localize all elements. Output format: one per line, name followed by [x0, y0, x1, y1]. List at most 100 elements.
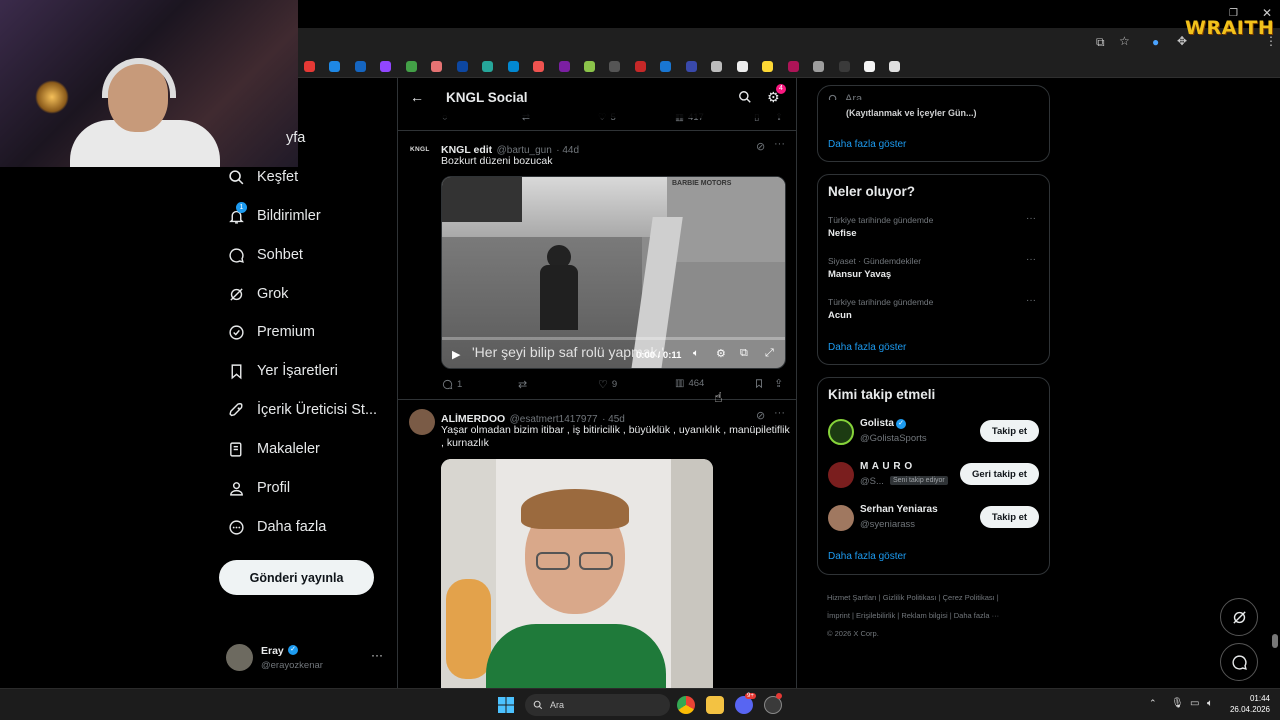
follow-button[interactable]: Takip et [980, 420, 1039, 442]
grok-analyze-icon[interactable]: ⊘ [756, 140, 765, 153]
install-app-icon[interactable]: ⧉ [1096, 35, 1105, 50]
nav-profile[interactable]: Profil [226, 476, 290, 500]
network-icon[interactable]: ▭ [1190, 698, 1199, 709]
tweet[interactable]: KNGL KNGL edit @bartu_gun · 44d ⊘ ··· Bo… [398, 132, 796, 400]
chrome-app-icon[interactable] [677, 696, 695, 714]
grok-analyze-icon[interactable]: ⊘ [756, 409, 765, 422]
bookmark-favicon-icon[interactable] [329, 61, 341, 72]
nav-chat[interactable]: Sohbet [226, 243, 303, 267]
bookmark-favicon-icon[interactable] [762, 61, 774, 72]
bookmark-favicon-icon[interactable] [533, 61, 545, 72]
trend-more-icon[interactable]: ··· [1026, 295, 1036, 306]
bookmark-favicon-icon[interactable] [380, 61, 392, 72]
nav-more[interactable]: Daha fazla [226, 515, 326, 539]
views-button[interactable]: ▥ 464 [675, 378, 704, 389]
post-button[interactable]: Gönderi yayınla [219, 560, 374, 595]
play-icon[interactable]: ▶ [452, 348, 460, 361]
like-button[interactable]: ♡ 9 [598, 378, 617, 391]
follow-suggestion[interactable]: M A U R O @S... Seni takip ediyor Geri t… [828, 461, 1043, 495]
bookmark-favicon-icon[interactable] [813, 61, 825, 72]
bookmark-favicon-icon[interactable] [634, 61, 646, 72]
windows-start-icon[interactable] [498, 697, 514, 718]
nav-bookmarks[interactable]: Yer İşaretleri [226, 359, 338, 383]
bookmark-favicon-icon[interactable] [354, 61, 366, 72]
bookmark-favicon-icon[interactable] [583, 61, 595, 72]
volume-icon[interactable]: 🔈︎ [693, 348, 699, 359]
extension-icon[interactable]: ● [1152, 35, 1159, 49]
system-clock[interactable]: 01:44 26.04.2026 [1222, 693, 1270, 715]
nav-premium[interactable]: Premium [226, 320, 315, 344]
bookmark-favicon-icon[interactable] [609, 61, 621, 72]
tweet-avatar[interactable] [409, 409, 435, 435]
nav-notifications[interactable]: 1 Bildirimler [226, 202, 321, 228]
bookmark-favicon-icon[interactable] [431, 61, 443, 72]
video-progress-track[interactable] [442, 337, 785, 340]
nav-home[interactable]: yfa [286, 126, 305, 150]
bookmark-favicon-icon[interactable] [736, 61, 748, 72]
nav-creator-studio[interactable]: İçerik Üreticisi St... [226, 398, 377, 422]
trend-item[interactable]: Türkiye tarihinde gündemde Acun ··· [828, 295, 1043, 321]
bookmark-star-icon[interactable]: ☆ [1119, 34, 1130, 48]
bookmark-favicon-icon[interactable] [838, 61, 850, 72]
show-more-link[interactable]: Daha fazla göster [828, 551, 906, 562]
grok-fab-icon[interactable] [1220, 598, 1258, 636]
video-settings-icon[interactable]: ⚙ [716, 347, 726, 360]
back-arrow-icon[interactable]: ← [410, 89, 424, 105]
tweet-more-icon[interactable]: ··· [774, 407, 785, 419]
video-player[interactable]: BARBIE MOTORS 'Her şeyi bilip saf rolü y… [441, 176, 786, 369]
fullscreen-icon[interactable]: ⤢ [765, 347, 774, 360]
nav-grok[interactable]: Grok [226, 282, 288, 306]
bookmark-favicon-icon[interactable] [685, 61, 697, 72]
nav-articles[interactable]: Makaleler [226, 437, 320, 461]
account-switcher[interactable]: Eray ✓ @erayozkenar ··· [226, 642, 386, 676]
bookmark-favicon-icon[interactable] [889, 61, 901, 72]
messages-fab-icon[interactable] [1220, 643, 1258, 681]
follow-suggestion[interactable]: Golista ✓ @GolistaSports Takip et [828, 418, 1043, 452]
footer-privacy-link[interactable]: Gizlilik Politikası [883, 593, 937, 602]
tweet-age[interactable]: · 44d [556, 145, 579, 156]
bookmark-favicon-icon[interactable] [711, 61, 723, 72]
footer-accessibility-link[interactable]: Erişilebilirlik [856, 611, 895, 620]
tweet-avatar[interactable]: KNGL [410, 146, 430, 153]
share-icon[interactable]: ⇪ [774, 377, 783, 390]
footer-imprint-link[interactable]: İmprint [827, 611, 850, 620]
footer-ads-info-link[interactable]: Reklam bilgisi [901, 611, 947, 620]
bookmark-favicon-icon[interactable] [482, 61, 494, 72]
page-scrollbar[interactable] [1272, 634, 1278, 648]
trend-item[interactable]: Türkiye tarihinde gündemde Nefise ··· [828, 213, 1043, 239]
trend-item[interactable]: Siyaset · Gündemdekiler Mansur Yavaş ··· [828, 254, 1043, 280]
account-more-icon[interactable]: ··· [371, 648, 383, 662]
footer-more-link[interactable]: Daha fazla ··· [954, 611, 999, 620]
tweet-more-icon[interactable]: ··· [774, 138, 785, 150]
nav-explore[interactable]: Keşfet [226, 165, 298, 189]
tweet-image[interactable] [441, 459, 713, 688]
bookmark-favicon-icon[interactable] [405, 61, 417, 72]
footer-terms-link[interactable]: Hizmet Şartları [827, 593, 877, 602]
file-explorer-icon[interactable] [706, 696, 724, 714]
show-more-link[interactable]: Daha fazla göster [828, 139, 906, 150]
follow-button[interactable]: Takip et [980, 506, 1039, 528]
bookmark-favicon-icon[interactable] [304, 61, 315, 72]
repost-icon[interactable]: ⇄ [518, 378, 527, 391]
bookmark-favicon-icon[interactable] [660, 61, 672, 72]
volume-icon[interactable]: 🔈︎ [1207, 698, 1213, 709]
bookmark-favicon-icon[interactable] [507, 61, 519, 72]
bookmark-favicon-icon[interactable] [863, 61, 875, 72]
reply-button[interactable]: 1 [442, 379, 462, 390]
bookmark-favicon-icon[interactable] [558, 61, 570, 72]
bookmark-favicon-icon[interactable] [456, 61, 468, 72]
taskbar-search-input[interactable]: Ara [525, 694, 670, 716]
footer-cookie-link[interactable]: Çerez Politikası [943, 593, 995, 602]
trend-more-icon[interactable]: ··· [1026, 213, 1036, 224]
bookmark-favicon-icon[interactable] [787, 61, 799, 72]
trend-more-icon[interactable]: ··· [1026, 254, 1036, 265]
chevron-up-icon[interactable]: ⌃ [1149, 698, 1157, 709]
tweet[interactable]: ALİMERDOO @esatmert1417977 · 45d ⊘ ··· Y… [398, 401, 796, 688]
bookmark-icon[interactable] [754, 378, 764, 389]
follow-back-button[interactable]: Geri takip et [960, 463, 1039, 485]
follow-suggestion[interactable]: Serhan Yeniaras @syeniarass Takip et [828, 504, 1043, 538]
microphone-icon[interactable]: 🎙︎ [1171, 698, 1184, 709]
pip-icon[interactable]: ⧉ [740, 347, 748, 360]
search-icon[interactable] [738, 90, 752, 109]
show-more-link[interactable]: Daha fazla göster [828, 342, 906, 353]
